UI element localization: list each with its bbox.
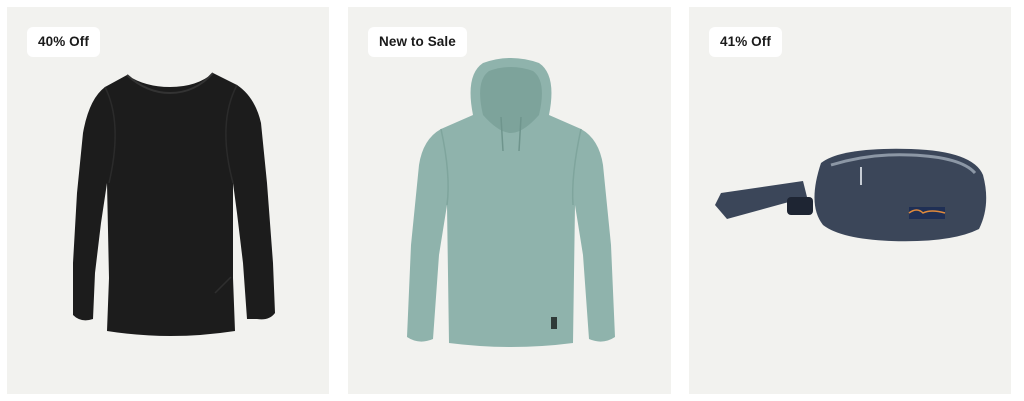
discount-badge: 41% Off (709, 27, 782, 57)
status-badge: New to Sale (368, 27, 467, 57)
navy-hip-pack-icon[interactable] (711, 145, 991, 245)
product-card[interactable]: 40% Off (7, 7, 329, 394)
product-card[interactable]: New to Sale (348, 7, 671, 394)
sage-hoodie-icon[interactable] (403, 55, 618, 355)
black-long-sleeve-shirt-icon[interactable] (65, 63, 275, 338)
product-card[interactable]: 41% Off (689, 7, 1011, 394)
discount-badge: 40% Off (27, 27, 100, 57)
